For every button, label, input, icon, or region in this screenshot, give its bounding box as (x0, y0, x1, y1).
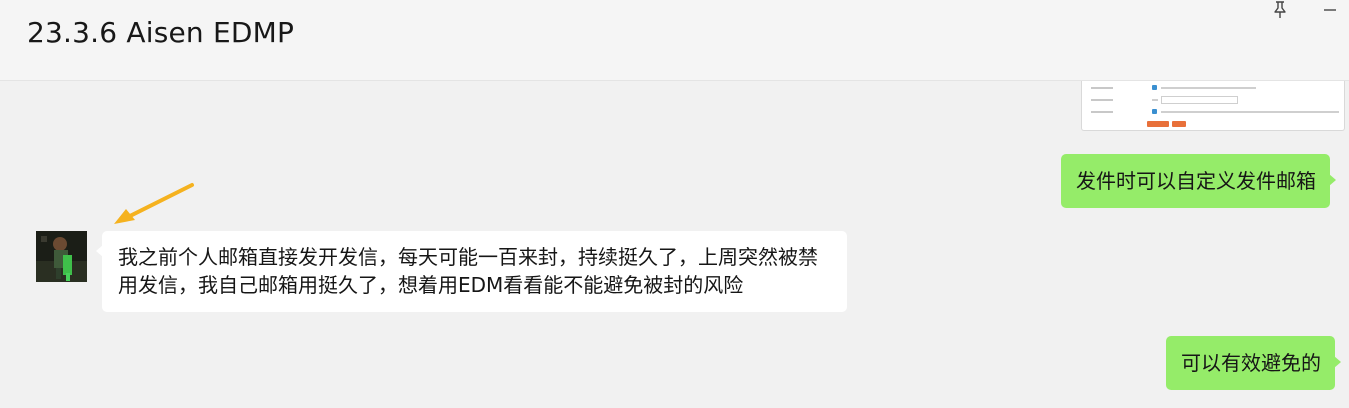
thumbnail-button (1147, 121, 1169, 127)
thumbnail-row (1082, 85, 1344, 93)
thumbnail-row (1082, 109, 1344, 117)
incoming-message[interactable]: 我之前个人邮箱直接发开发信，每天可能一百来封，持续挺久了，上周突然被禁用发信，我… (96, 231, 847, 312)
bubble-tail (96, 245, 103, 257)
outgoing-message[interactable]: 可以有效避免的 (1166, 336, 1341, 390)
chat-header: 23.3.6 Aisen EDMP (0, 0, 1349, 81)
message-text: 可以有效避免的 (1181, 351, 1321, 375)
thumbnail-button (1172, 121, 1186, 127)
message-text: 我之前个人邮箱直接发开发信，每天可能一百来封，持续挺久了，上周突然被禁用发信，我… (118, 245, 818, 297)
pin-icon[interactable] (1270, 0, 1290, 20)
thumbnail-row (1082, 96, 1344, 105)
bubble-tail (1329, 174, 1336, 186)
outgoing-message[interactable]: 发件时可以自定义发件邮箱 (1061, 154, 1336, 208)
image-message-thumbnail[interactable] (1081, 81, 1345, 131)
chat-title: 23.3.6 Aisen EDMP (27, 16, 295, 49)
contact-avatar[interactable] (36, 231, 87, 282)
annotation-arrow-icon (114, 183, 194, 224)
message-text: 发件时可以自定义发件邮箱 (1076, 169, 1316, 193)
minimize-icon[interactable] (1320, 0, 1340, 20)
message-list[interactable]: 发件时可以自定义发件邮箱 我之前个人邮箱直接发开发信，每天可能一百来封，持续挺久… (0, 81, 1349, 408)
bubble-tail (1334, 356, 1341, 368)
